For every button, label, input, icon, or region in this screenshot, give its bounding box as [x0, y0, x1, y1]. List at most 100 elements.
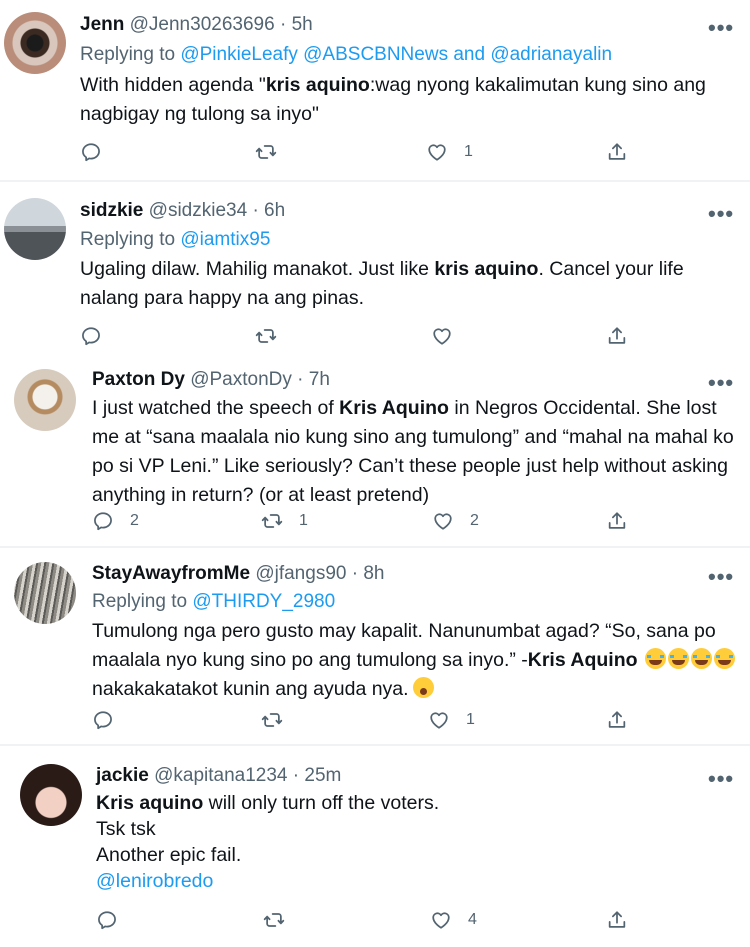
avatar[interactable] [4, 12, 66, 74]
author-name[interactable]: sidzkie [80, 200, 143, 221]
more-icon[interactable]: ••• [708, 372, 734, 394]
author-name[interactable]: Jenn [80, 14, 124, 35]
author-handle[interactable]: @PaxtonDy [190, 369, 292, 390]
like-count: 1 [466, 711, 475, 728]
retweet-button[interactable] [263, 909, 301, 931]
like-count: 1 [464, 143, 473, 160]
tweet-time[interactable]: 25m [304, 765, 341, 786]
reply-button[interactable] [80, 141, 118, 163]
tweet-header: sidzkie @sidzkie34 · 6h [80, 200, 286, 221]
share-icon [606, 141, 628, 163]
tweet-1[interactable]: Jenn @Jenn30263696 · 5h ••• Replying to … [0, 0, 750, 180]
retweet-icon [261, 709, 283, 731]
hushed-face-emoji [412, 677, 434, 698]
more-icon[interactable]: ••• [708, 203, 734, 225]
keyword-bold: Kris aquino [96, 792, 204, 814]
tweet-header: jackie @kapitana1234 · 25m [96, 765, 342, 786]
tears-of-joy-emoji [667, 648, 689, 669]
heart-icon [432, 510, 454, 532]
reply-button[interactable]: 2 [92, 510, 139, 532]
tweet-time[interactable]: 8h [363, 563, 384, 584]
like-button[interactable]: 1 [428, 709, 475, 731]
retweet-button[interactable]: 1 [261, 510, 308, 532]
author-handle[interactable]: @jfangs90 [255, 563, 346, 584]
share-button[interactable] [606, 709, 628, 731]
reply-icon [96, 909, 118, 931]
reply-button[interactable] [92, 709, 130, 731]
reply-to-handles[interactable]: @iamtix95 [180, 229, 270, 250]
share-icon [606, 325, 628, 347]
avatar[interactable] [4, 198, 66, 260]
keyword-bold: Kris Aquino [527, 649, 638, 671]
share-icon [606, 709, 628, 731]
reply-icon [92, 510, 114, 532]
tweet-time[interactable]: 5h [292, 14, 313, 35]
share-icon [606, 510, 628, 532]
tweet-4[interactable]: StayAwayfromMe @jfangs90 · 8h ••• Replyi… [0, 548, 750, 744]
tweet-header: Paxton Dy @PaxtonDy · 7h [92, 369, 330, 390]
heart-icon [428, 709, 450, 731]
keyword-bold: Kris Aquino [339, 397, 449, 419]
keyword-bold: kris aquino [434, 258, 539, 280]
share-button[interactable] [606, 909, 628, 931]
reply-to-handles[interactable]: @PinkieLeafy @ABSCBNNews and @adrianayal… [180, 44, 612, 65]
share-button[interactable] [606, 141, 628, 163]
reply-icon [80, 325, 102, 347]
like-button[interactable]: 2 [432, 510, 479, 532]
avatar[interactable] [14, 562, 76, 624]
tweet-text: I just watched the speech of Kris Aquino… [92, 397, 734, 506]
retweet-button[interactable] [261, 709, 299, 731]
heart-icon [431, 325, 453, 347]
more-icon[interactable]: ••• [708, 768, 734, 790]
reply-button[interactable] [96, 909, 134, 931]
like-count: 2 [470, 512, 479, 529]
tweet-3[interactable]: Paxton Dy @PaxtonDy · 7h ••• I just watc… [0, 358, 750, 546]
tweet-text: Ugaling dilaw. Mahilig manakot. Just lik… [80, 258, 684, 309]
share-button[interactable] [606, 325, 628, 347]
author-name[interactable]: Paxton Dy [92, 369, 185, 390]
tweet-time[interactable]: 6h [264, 200, 285, 221]
replying-to: Replying to @THIRDY_2980 [92, 591, 336, 612]
avatar[interactable] [20, 764, 82, 826]
author-name[interactable]: jackie [96, 765, 149, 786]
tears-of-joy-emoji [644, 648, 666, 669]
tweet-2[interactable]: sidzkie @sidzkie34 · 6h ••• Replying to … [0, 182, 750, 358]
reply-to-handles[interactable]: @THIRDY_2980 [192, 591, 335, 612]
tears-of-joy-emoji [690, 648, 712, 669]
like-button[interactable]: 4 [430, 909, 477, 931]
author-handle[interactable]: @Jenn30263696 [130, 14, 275, 35]
retweet-count: 1 [299, 512, 308, 529]
share-button[interactable] [606, 510, 628, 532]
retweet-icon [263, 909, 285, 931]
retweet-icon [255, 325, 277, 347]
tweet-header: StayAwayfromMe @jfangs90 · 8h [92, 563, 385, 584]
author-name[interactable]: StayAwayfromMe [92, 563, 250, 584]
mention-link[interactable]: @lenirobredo [96, 868, 726, 894]
heart-icon [426, 141, 448, 163]
avatar[interactable] [14, 369, 76, 431]
reply-count: 2 [130, 512, 139, 529]
more-icon[interactable]: ••• [708, 566, 734, 588]
tweet-time[interactable]: 7h [309, 369, 330, 390]
tweet-header: Jenn @Jenn30263696 · 5h [80, 14, 313, 35]
reply-icon [80, 141, 102, 163]
reply-button[interactable] [80, 325, 118, 347]
tweet-text: Tumulong nga pero gusto may kapalit. Nan… [92, 617, 742, 704]
author-handle[interactable]: @kapitana1234 [154, 765, 287, 786]
reply-icon [92, 709, 114, 731]
share-icon [606, 909, 628, 931]
tears-of-joy-emoji [713, 648, 735, 669]
retweet-button[interactable] [255, 141, 293, 163]
replying-to: Replying to @PinkieLeafy @ABSCBNNews and… [80, 44, 613, 65]
like-button[interactable]: 1 [426, 141, 473, 163]
tweet-text: With hidden agenda "kris aquino:wag nyon… [80, 74, 706, 125]
retweet-icon [255, 141, 277, 163]
retweet-button[interactable] [255, 325, 293, 347]
author-handle[interactable]: @sidzkie34 [149, 200, 248, 221]
like-button[interactable] [431, 325, 469, 347]
heart-icon [430, 909, 452, 931]
tweet-text: Kris aquino will only turn off the voter… [96, 790, 726, 894]
keyword-bold: kris aquino [265, 74, 370, 96]
more-icon[interactable]: ••• [708, 17, 734, 39]
tweet-5[interactable]: jackie @kapitana1234 · 25m ••• Kris aqui… [0, 746, 750, 947]
